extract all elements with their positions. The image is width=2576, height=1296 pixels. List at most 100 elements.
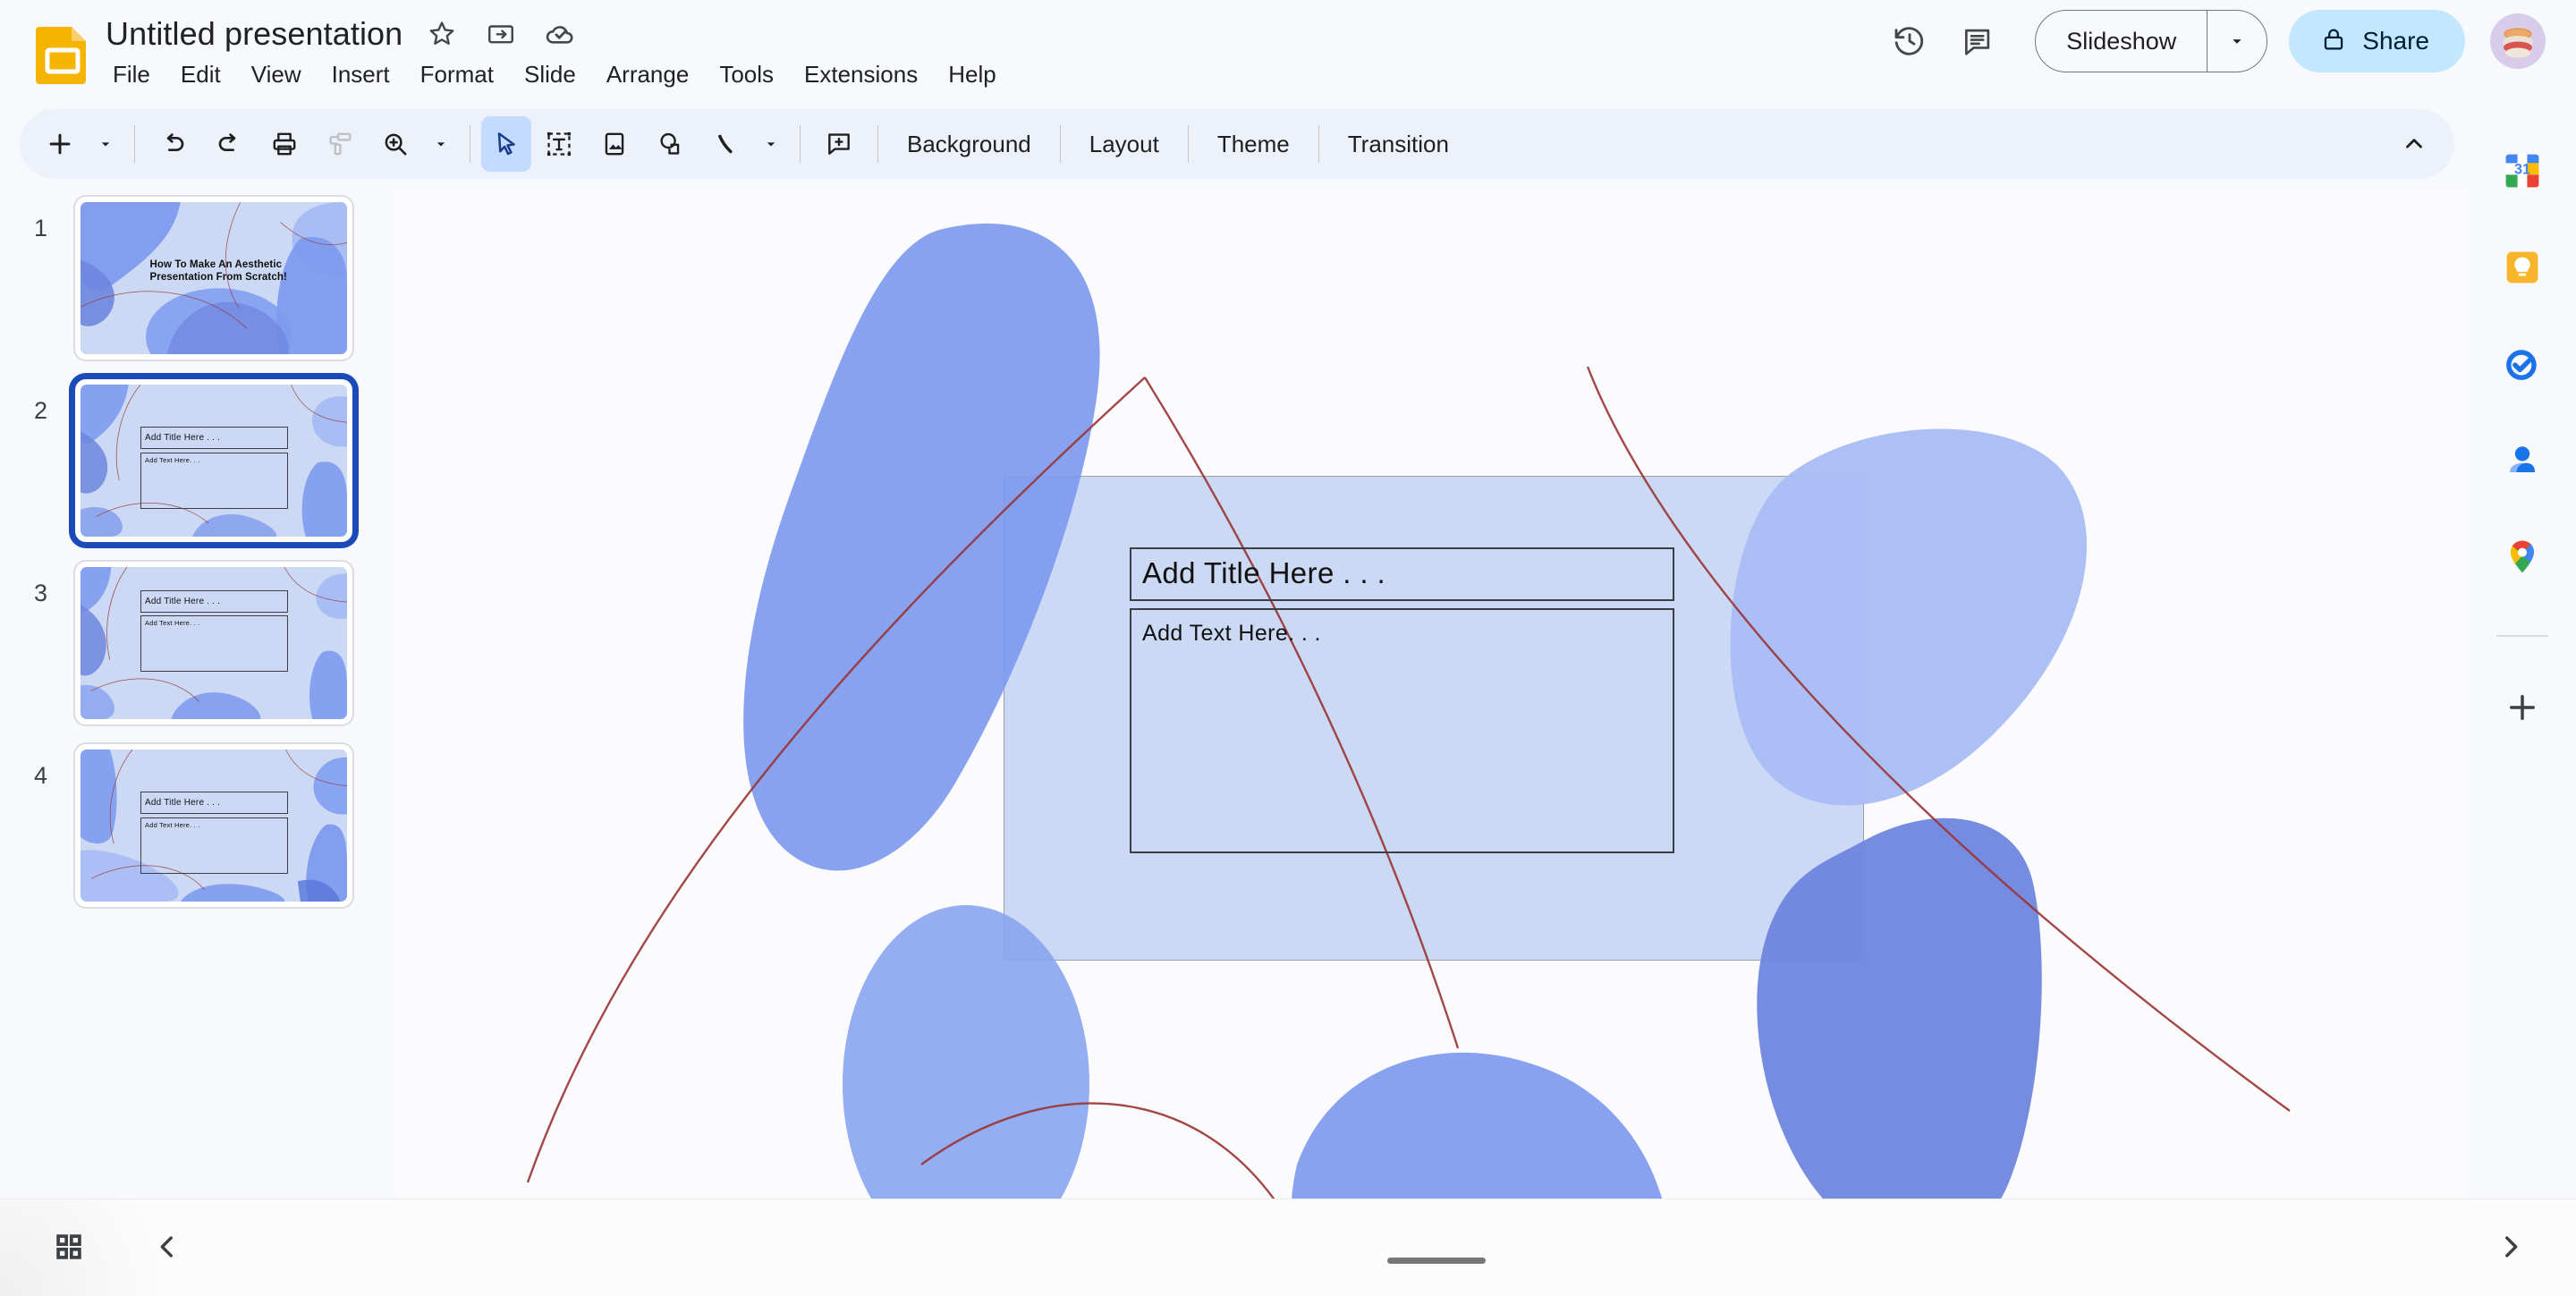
header-actions: Slideshow Share — [1876, 7, 2546, 75]
menu-arrange[interactable]: Arrange — [591, 57, 705, 92]
slide-body-box: Add Text Here. . . — [140, 817, 289, 874]
line-dropdown-chevron-down-icon[interactable] — [753, 116, 789, 172]
slideshow-dropdown-chevron-down-icon[interactable] — [2207, 11, 2267, 72]
google-maps-icon[interactable] — [2495, 529, 2550, 585]
slide-thumbnail[interactable]: Add Title Here . . . Add Text Here. . . — [75, 562, 352, 724]
new-slide-dropdown-chevron-down-icon[interactable] — [88, 116, 123, 172]
menu-extensions[interactable]: Extensions — [789, 57, 933, 92]
toolbar-divider — [800, 125, 801, 163]
slide-title-text: How To Make An Aesthetic Presentation Fr… — [149, 258, 287, 284]
slide-number: 2 — [34, 397, 48, 424]
avatar[interactable] — [2490, 13, 2546, 69]
slide-body-box: Add Text Here. . . — [140, 452, 289, 509]
menu-help[interactable]: Help — [933, 57, 1011, 92]
redo-icon[interactable] — [201, 116, 257, 172]
slide-thumbnail-content: Add Title Here . . . Add Text Here. . . — [80, 750, 347, 902]
title-text: Add Title Here . . . — [1142, 556, 1386, 589]
new-slide-button[interactable] — [32, 116, 88, 172]
slide-title-text: Add Title Here . . . — [145, 433, 221, 443]
undo-icon[interactable] — [146, 116, 201, 172]
toolbar-divider — [877, 125, 878, 163]
menu-file[interactable]: File — [106, 57, 165, 92]
slide-thumbnail-content: How To Make An Aesthetic Presentation Fr… — [80, 202, 347, 354]
calendar-day-number: 31 — [2514, 161, 2530, 177]
slide-canvas-area[interactable]: Add Title Here . . . Add Text Here. . . — [394, 190, 2469, 1200]
slide-body-text: Add Text Here. . . — [145, 455, 200, 464]
side-app-panel: 31 — [2469, 109, 2576, 1200]
cursor-arrow-icon[interactable] — [481, 116, 531, 172]
theme-button[interactable]: Theme — [1199, 122, 1308, 167]
page-title[interactable]: Untitled presentation — [106, 15, 402, 53]
body-text-box[interactable]: Add Text Here. . . — [1130, 608, 1674, 853]
slide-title-box: Add Title Here . . . — [140, 589, 289, 613]
cloud-saved-icon[interactable] — [540, 14, 580, 54]
filmstrip-slide-3[interactable]: 3 Add Title Here . . . Add Text Here. . … — [0, 555, 394, 737]
star-icon[interactable] — [422, 14, 462, 54]
paint-roller-icon[interactable] — [312, 116, 368, 172]
filmstrip-slide-4[interactable]: 4 Add Title Here . . . Add Text Here. . … — [0, 737, 394, 919]
slides-file-icon[interactable] — [34, 23, 91, 84]
slide-title-box: Add Title Here . . . — [140, 791, 289, 815]
zoom-icon[interactable] — [368, 116, 423, 172]
transition-button[interactable]: Transition — [1330, 122, 1467, 167]
main-toolbar: Background Layout Theme Transition — [20, 109, 2454, 179]
filmstrip-slide-1[interactable]: 1 How To Make An Aesthetic Presentation … — [0, 190, 394, 372]
menu-edit[interactable]: Edit — [165, 57, 236, 92]
google-keep-icon[interactable] — [2495, 240, 2550, 295]
previous-slide-chevron-left-icon[interactable] — [140, 1219, 195, 1275]
slide-filmstrip[interactable]: 1 How To Make An Aesthetic Presentation … — [0, 190, 394, 1200]
bottom-bar-right-controls — [2483, 1219, 2538, 1275]
layout-button[interactable]: Layout — [1072, 122, 1177, 167]
menu-bar: File Edit View Insert Format Slide Arran… — [106, 57, 1012, 92]
move-to-folder-icon[interactable] — [481, 14, 521, 54]
slideshow-button[interactable]: Slideshow — [2036, 11, 2207, 72]
slide-body-text: Add Text Here. . . — [145, 820, 200, 829]
slide-thumbnail[interactable]: How To Make An Aesthetic Presentation Fr… — [75, 197, 352, 360]
toolbar-divider — [1187, 125, 1189, 163]
slide-number: 3 — [34, 580, 48, 606]
zoom-dropdown-chevron-down-icon[interactable] — [423, 116, 459, 172]
next-slide-chevron-right-icon[interactable] — [2483, 1219, 2538, 1275]
toolbar-divider — [1059, 125, 1061, 163]
share-button[interactable]: Share — [2289, 10, 2465, 72]
slide-body-box: Add Text Here. . . — [140, 615, 289, 673]
comment-history-icon[interactable] — [1944, 7, 2012, 75]
menu-slide[interactable]: Slide — [509, 57, 591, 92]
text-box-icon[interactable] — [531, 116, 587, 172]
line-icon[interactable] — [698, 116, 753, 172]
slide-thumbnail[interactable]: Add Title Here . . . Add Text Here. . . — [75, 744, 352, 907]
slide-title-text: Add Title Here . . . — [145, 596, 221, 606]
google-contacts-icon[interactable] — [2495, 433, 2550, 488]
slide-thumbnail-content: Add Title Here . . . Add Text Here. . . — [80, 567, 347, 719]
slideshow-label: Slideshow — [2066, 27, 2177, 55]
share-label: Share — [2362, 27, 2429, 55]
grid-view-icon[interactable] — [41, 1219, 97, 1275]
menu-tools[interactable]: Tools — [704, 57, 789, 92]
menu-insert[interactable]: Insert — [317, 57, 405, 92]
version-history-icon[interactable] — [1876, 7, 1944, 75]
slide-stage: Add Title Here . . . Add Text Here. . . — [394, 190, 2469, 1200]
add-comment-icon[interactable] — [811, 116, 867, 172]
slide-thumbnail[interactable]: Add Title Here . . . Add Text Here. . . — [75, 379, 352, 542]
sidepanel-divider — [2496, 635, 2548, 637]
slide-number: 1 — [34, 215, 48, 241]
lock-icon — [2319, 25, 2348, 58]
slides-app-window: Untitled presentation File Edit View Ins… — [0, 0, 2576, 1296]
menu-view[interactable]: View — [236, 57, 317, 92]
image-icon[interactable] — [587, 116, 642, 172]
filmstrip-slide-2[interactable]: 2 Add Title Here . . . Add Text Here. . … — [0, 372, 394, 555]
shape-icon[interactable] — [642, 116, 698, 172]
title-text-box[interactable]: Add Title Here . . . — [1130, 547, 1674, 601]
curve-bottom — [920, 1102, 1276, 1200]
toolbar-collapse-chevron-up-icon[interactable] — [2386, 116, 2442, 172]
speaker-notes-drag-handle[interactable] — [1387, 1258, 1486, 1264]
print-icon[interactable] — [257, 116, 312, 172]
google-calendar-icon[interactable]: 31 — [2495, 143, 2550, 199]
toolbar-divider — [134, 125, 135, 163]
slide-thumbnail-content: Add Title Here . . . Add Text Here. . . — [80, 385, 347, 537]
slide-number: 4 — [34, 762, 48, 789]
add-app-plus-icon[interactable] — [2495, 680, 2550, 735]
google-tasks-icon[interactable] — [2495, 336, 2550, 392]
background-button[interactable]: Background — [889, 122, 1049, 167]
menu-format[interactable]: Format — [405, 57, 509, 92]
